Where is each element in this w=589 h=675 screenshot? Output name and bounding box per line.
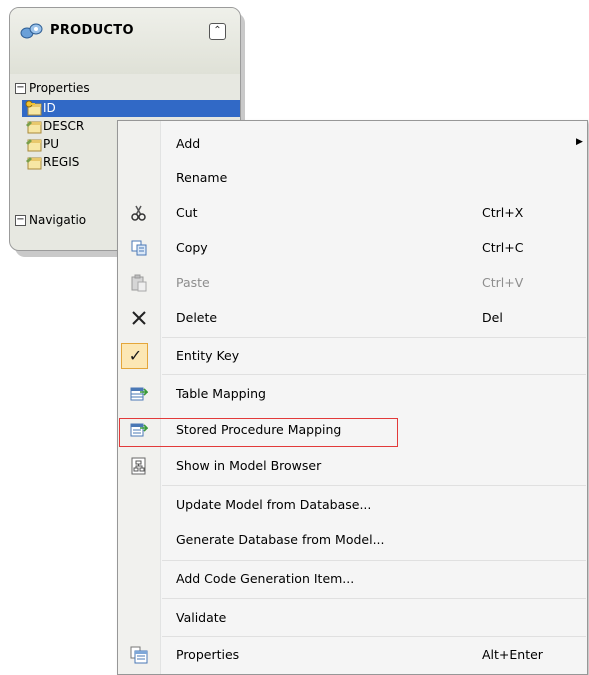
menu-item-cut[interactable]: Cut Ctrl+X xyxy=(118,196,587,230)
menu-separator xyxy=(162,337,586,338)
menu-item-label: Generate Database from Model... xyxy=(176,532,385,547)
menu-item-label: Entity Key xyxy=(176,348,240,363)
menu-item-label: Add xyxy=(176,136,201,151)
table-mapping-icon xyxy=(130,387,148,401)
menu-item-shortcut: Ctrl+V xyxy=(482,275,524,290)
menu-item-shortcut: Ctrl+C xyxy=(482,240,524,255)
property-label: PU xyxy=(43,137,60,151)
menu-item-label: Paste xyxy=(176,275,210,290)
submenu-arrow-icon: ▶ xyxy=(576,137,583,147)
menu-item-label: Cut xyxy=(176,205,198,220)
property-icon xyxy=(26,157,42,170)
menu-item-label: Validate xyxy=(176,610,227,625)
model-browser-icon xyxy=(131,457,146,475)
menu-item-add[interactable]: Add ▶ xyxy=(118,127,587,161)
key-property-icon xyxy=(25,100,42,116)
menu-item-rename[interactable]: Rename xyxy=(118,161,587,195)
collapse-toggle-icon[interactable]: − xyxy=(15,83,26,94)
menu-item-validate[interactable]: Validate xyxy=(118,601,587,635)
property-label: DESCR xyxy=(43,119,85,133)
menu-item-add-code-generation-item[interactable]: Add Code Generation Item... xyxy=(118,562,587,596)
menu-separator xyxy=(162,560,586,561)
navigation-section-label: Navigatio xyxy=(29,213,87,227)
red-highlight-annotation xyxy=(119,418,398,447)
menu-item-properties[interactable]: Properties Alt+Enter xyxy=(118,638,587,672)
menu-item-shortcut: Alt+Enter xyxy=(482,647,543,662)
entity-header[interactable]: PRODUCTO ⌃ xyxy=(10,8,240,74)
menu-separator xyxy=(162,598,586,599)
menu-item-label: Rename xyxy=(176,170,228,185)
menu-item-shortcut: Del xyxy=(482,310,503,325)
context-menu: Add ▶ Rename Cut Ctrl+X Copy Ctrl+C Past… xyxy=(117,120,588,675)
menu-item-label: Update Model from Database... xyxy=(176,497,372,512)
properties-icon xyxy=(130,646,148,664)
menu-item-label: Add Code Generation Item... xyxy=(176,571,355,586)
menu-item-entity-key[interactable]: ✓ Entity Key xyxy=(118,339,587,373)
properties-section-label: Properties xyxy=(29,81,90,95)
entity-title: PRODUCTO xyxy=(50,23,134,38)
properties-section-header[interactable]: − Properties xyxy=(10,78,240,100)
property-label: REGIS xyxy=(43,155,80,169)
collapse-chevron-icon[interactable]: ⌃ xyxy=(209,23,226,40)
menu-item-label: Show in Model Browser xyxy=(176,458,322,473)
menu-item-label: Delete xyxy=(176,310,218,325)
menu-separator xyxy=(162,374,586,375)
menu-item-delete[interactable]: Delete Del xyxy=(118,301,587,335)
menu-item-copy[interactable]: Copy Ctrl+C xyxy=(118,231,587,265)
menu-item-update-model-from-database[interactable]: Update Model from Database... xyxy=(118,488,587,522)
menu-item-table-mapping[interactable]: Table Mapping xyxy=(118,377,587,411)
property-row-id[interactable]: ID xyxy=(22,100,240,117)
scissors-icon xyxy=(131,205,146,221)
menu-item-generate-database-from-model[interactable]: Generate Database from Model... xyxy=(118,523,587,557)
menu-item-paste[interactable]: Paste Ctrl+V xyxy=(118,266,587,300)
checked-state-box: ✓ xyxy=(121,343,148,369)
menu-item-shortcut: Ctrl+X xyxy=(482,205,524,220)
property-icon xyxy=(26,139,42,152)
paste-icon xyxy=(131,274,147,292)
delete-icon xyxy=(132,311,146,325)
collapse-toggle-icon[interactable]: − xyxy=(15,215,26,226)
copy-icon xyxy=(131,240,147,256)
menu-item-show-in-model-browser[interactable]: Show in Model Browser xyxy=(118,449,587,483)
menu-separator xyxy=(162,636,586,637)
check-icon: ✓ xyxy=(128,346,143,365)
entity-icon xyxy=(20,23,43,39)
property-icon xyxy=(26,121,42,134)
menu-item-label: Copy xyxy=(176,240,208,255)
menu-separator xyxy=(162,485,586,486)
menu-item-label: Properties xyxy=(176,647,240,662)
menu-item-label: Table Mapping xyxy=(176,386,266,401)
property-label: ID xyxy=(43,101,56,115)
